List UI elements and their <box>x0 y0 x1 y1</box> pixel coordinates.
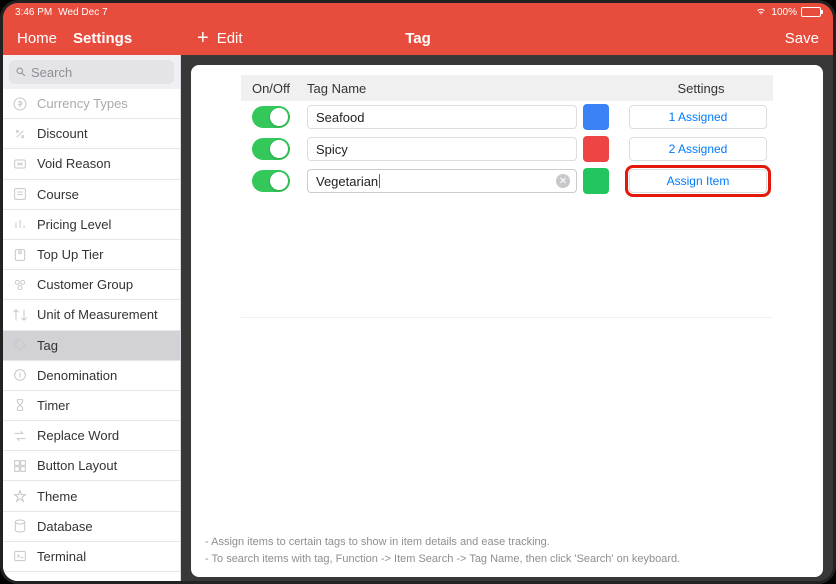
sidebar-item-label: Tag <box>37 338 58 353</box>
sidebar-item-label: Theme <box>37 489 77 504</box>
battery-percent: 100% <box>771 7 797 18</box>
settings-button[interactable]: 1 Assigned <box>629 105 767 129</box>
tag-icon <box>11 336 29 354</box>
sidebar-item-unit-of-measurement[interactable]: Unit of Measurement <box>3 300 180 330</box>
terminal-icon <box>11 547 29 565</box>
page-title: Tag <box>405 30 431 47</box>
search-icon <box>15 66 27 78</box>
wifi-icon <box>755 7 767 17</box>
clear-icon[interactable]: ✕ <box>556 174 570 188</box>
color-swatch[interactable] <box>583 136 609 162</box>
sidebar-item-label: Discount <box>37 126 88 141</box>
tag-name-input[interactable]: Spicy <box>307 137 577 161</box>
sidebar-item-discount[interactable]: Discount <box>3 119 180 149</box>
sidebar-item-label: Database <box>37 519 93 534</box>
sidebar-item-customer-display[interactable]: Customer Display <box>3 572 180 581</box>
sidebar-item-label: Denomination <box>37 368 117 383</box>
database-icon <box>11 517 29 535</box>
sidebar-item-database[interactable]: Database <box>3 512 180 542</box>
sidebar-item-label: Course <box>37 187 79 202</box>
status-time: 3:46 PM <box>15 7 52 18</box>
sidebar-item-course[interactable]: Course <box>3 180 180 210</box>
settings-title: Settings <box>73 30 132 47</box>
save-button[interactable]: Save <box>785 30 833 47</box>
content-panel: On/Off Tag Name Settings Seafood 1 Assign… <box>191 65 823 577</box>
sidebar-item-top-up-tier[interactable]: Top Up Tier <box>3 240 180 270</box>
settings-button[interactable]: 2 Assigned <box>629 137 767 161</box>
table-header: On/Off Tag Name Settings <box>241 75 773 101</box>
sidebar-item-label: Currency Types <box>37 96 128 111</box>
sidebar-item-button-layout[interactable]: Button Layout <box>3 451 180 481</box>
sidebar-item-label: Unit of Measurement <box>37 307 158 322</box>
sidebar-item-label: Replace Word <box>37 428 119 443</box>
currency-icon <box>11 95 29 113</box>
tag-name-input[interactable]: Seafood <box>307 105 577 129</box>
table-row: Spicy 2 Assigned <box>241 133 773 165</box>
sidebar-item-terminal[interactable]: Terminal <box>3 542 180 572</box>
void-icon <box>11 155 29 173</box>
footer-help: - Assign items to certain tags to show i… <box>191 528 823 577</box>
sidebar-item-void-reason[interactable]: Void Reason <box>3 149 180 179</box>
table-row: Vegetarian✕ Assign Item <box>241 165 773 197</box>
color-swatch[interactable] <box>583 104 609 130</box>
sidebar-item-label: Customer Group <box>37 277 133 292</box>
sidebar-item-label: Timer <box>37 398 70 413</box>
search-placeholder: Search <box>31 65 72 80</box>
app-header: Home Settings + Edit Tag Save <box>3 21 833 55</box>
unit-icon <box>11 306 29 324</box>
search-input[interactable]: Search <box>9 60 174 84</box>
header-name: Tag Name <box>301 81 589 96</box>
sidebar-item-label: Terminal <box>37 549 86 564</box>
sidebar-item-pricing-level[interactable]: Pricing Level <box>3 210 180 240</box>
topup-icon <box>11 246 29 264</box>
table-row: Seafood 1 Assigned <box>241 101 773 133</box>
edit-label: Edit <box>217 30 243 47</box>
layout-icon <box>11 457 29 475</box>
battery-icon <box>801 7 821 17</box>
color-swatch[interactable] <box>583 168 609 194</box>
plus-icon: + <box>197 27 209 50</box>
home-button[interactable]: Home <box>17 30 57 47</box>
header-settings: Settings <box>629 81 773 96</box>
status-date: Wed Dec 7 <box>58 7 107 18</box>
sidebar-item-label: Void Reason <box>37 156 111 171</box>
sidebar-item-label: Button Layout <box>37 458 117 473</box>
sidebar-item-denomination[interactable]: Denomination <box>3 361 180 391</box>
footer-line1: - Assign items to certain tags to show i… <box>205 534 809 551</box>
edit-button[interactable]: + Edit <box>197 27 243 50</box>
sidebar: Search Currency Types Discount Void Reason… <box>3 55 181 581</box>
display-icon <box>11 578 29 581</box>
tag-name-input[interactable]: Vegetarian✕ <box>307 169 577 193</box>
sidebar-item-label: Top Up Tier <box>37 247 103 262</box>
sidebar-item-replace-word[interactable]: Replace Word <box>3 421 180 451</box>
group-icon <box>11 276 29 294</box>
sidebar-item-theme[interactable]: Theme <box>3 481 180 511</box>
denom-icon <box>11 366 29 384</box>
discount-icon <box>11 125 29 143</box>
settings-button[interactable]: Assign Item <box>629 169 767 193</box>
replace-icon <box>11 427 29 445</box>
pricing-icon <box>11 215 29 233</box>
status-bar: 3:46 PM Wed Dec 7 100% <box>3 3 833 21</box>
sidebar-item-tag[interactable]: Tag <box>3 331 180 361</box>
toggle-switch[interactable] <box>252 170 290 192</box>
sidebar-item-customer-group[interactable]: Customer Group <box>3 270 180 300</box>
sidebar-item-currency-types[interactable]: Currency Types <box>3 89 180 119</box>
header-onoff: On/Off <box>241 81 301 96</box>
sidebar-item-timer[interactable]: Timer <box>3 391 180 421</box>
footer-line2: - To search items with tag, Function -> … <box>205 551 809 568</box>
course-icon <box>11 185 29 203</box>
sidebar-item-label: Customer Display <box>37 579 140 581</box>
toggle-switch[interactable] <box>252 138 290 160</box>
sidebar-item-label: Pricing Level <box>37 217 111 232</box>
theme-icon <box>11 487 29 505</box>
timer-icon <box>11 396 29 414</box>
toggle-switch[interactable] <box>252 106 290 128</box>
